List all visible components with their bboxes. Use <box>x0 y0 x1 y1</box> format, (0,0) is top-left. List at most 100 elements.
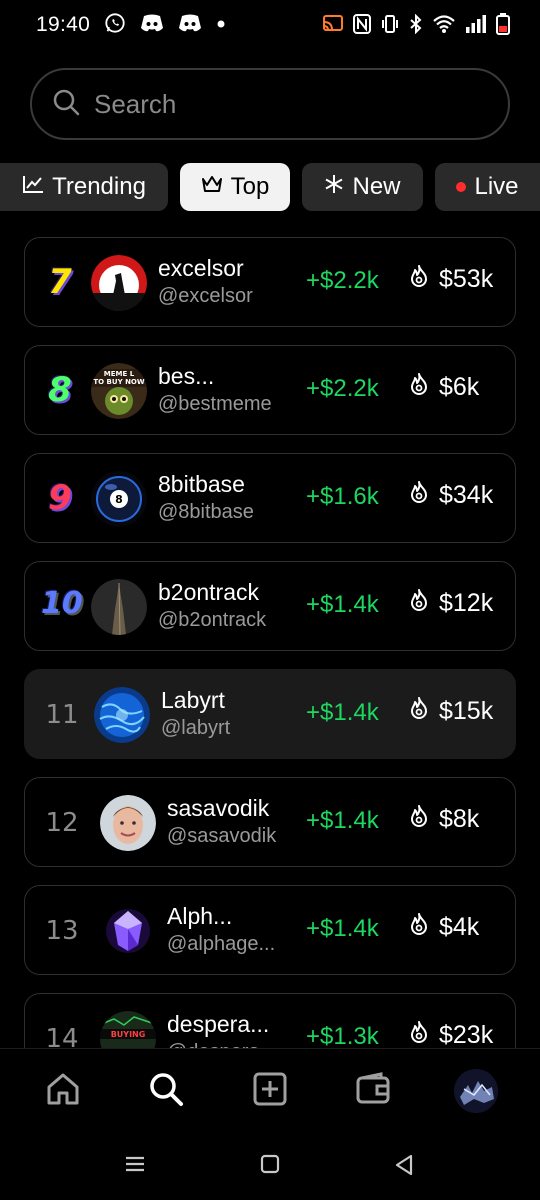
status-time: 19:40 <box>36 13 91 36</box>
market-cap: $6k <box>439 373 480 401</box>
avatar <box>100 795 156 851</box>
nav-home[interactable] <box>43 1071 83 1111</box>
list-item[interactable]: 13 Alph... @alphage... +$1.4k $4k <box>24 885 516 975</box>
token-handle: @b2ontrack <box>158 609 267 631</box>
system-nav-bar <box>0 1136 540 1200</box>
profile-avatar[interactable] <box>454 1069 498 1113</box>
rank-number: 12 <box>45 808 79 838</box>
status-bar: 19:40 <box>0 0 540 50</box>
token-name: excelsor <box>158 255 244 281</box>
flame-icon <box>409 697 429 726</box>
battery-icon <box>496 13 510 40</box>
cast-icon <box>322 14 344 39</box>
search-input[interactable] <box>94 88 474 120</box>
tab-label: New <box>352 173 401 200</box>
search-icon <box>52 88 80 121</box>
flame-icon <box>409 265 429 294</box>
crown-icon <box>201 173 223 201</box>
nfc-icon <box>353 14 371 39</box>
asterisk-icon <box>324 173 344 201</box>
tab-top[interactable]: Top <box>180 163 290 211</box>
market-cap: $53k <box>439 265 494 293</box>
avatar: 8 <box>91 471 147 527</box>
flame-icon <box>409 373 429 402</box>
token-name: Alph... <box>167 903 233 929</box>
nav-create[interactable] <box>250 1071 290 1111</box>
gain-value: +$1.4k <box>306 807 379 834</box>
leaderboard-list: 7 excelsor @excelsor +$2.2k $53k 8 MEME … <box>24 237 516 1101</box>
gain-value: +$2.2k <box>306 375 379 402</box>
market-cap: $8k <box>439 805 480 833</box>
token-name: 8bitbase <box>158 471 245 497</box>
svg-text:BUYING: BUYING <box>111 1030 146 1039</box>
token-handle: @sasavodik <box>167 825 277 847</box>
list-item[interactable]: 9 8 8bitbase @8bitbase +$1.6k $34k <box>24 453 516 543</box>
market-cap: $4k <box>439 913 480 941</box>
bottom-nav <box>0 1048 540 1136</box>
token-handle: @8bitbase <box>158 501 254 523</box>
avatar <box>91 255 147 311</box>
list-item[interactable]: 10 b2ontrack @b2ontrack +$1.4k $12k <box>24 561 516 651</box>
filter-tabs: Trending Top New Live <box>0 163 540 213</box>
rank-number: 13 <box>45 916 79 946</box>
signal-icon <box>465 14 487 39</box>
tab-label: Top <box>230 173 270 200</box>
token-name: sasavodik <box>167 795 270 821</box>
home-button-icon[interactable] <box>260 1154 280 1179</box>
flame-icon <box>409 1021 429 1050</box>
market-cap: $34k <box>439 481 494 509</box>
search-bar[interactable] <box>30 68 510 140</box>
nav-wallet[interactable] <box>353 1071 393 1111</box>
market-cap: $12k <box>439 589 494 617</box>
rank-number: 7 <box>48 262 72 302</box>
svg-text:MEME L: MEME L <box>104 370 135 378</box>
token-handle: @bestmeme <box>158 393 272 415</box>
gain-value: +$1.6k <box>306 483 379 510</box>
tab-trending[interactable]: Trending <box>0 163 168 211</box>
wallet-icon <box>355 1071 391 1112</box>
list-item[interactable]: 8 MEME L TO BUY NOW bes... @bestmeme +$2.… <box>24 345 516 435</box>
nav-search[interactable] <box>146 1071 186 1111</box>
discord-icon <box>140 13 164 38</box>
token-handle: @labyrt <box>161 717 231 739</box>
avatar <box>100 903 156 959</box>
rank-number: 9 <box>48 478 72 518</box>
tab-label: Trending <box>52 173 146 200</box>
gain-value: +$1.4k <box>306 915 379 942</box>
whatsapp-icon <box>104 12 126 39</box>
bluetooth-icon <box>409 13 423 39</box>
flame-icon <box>409 481 429 510</box>
tab-label: Live <box>474 173 519 200</box>
flame-icon <box>409 805 429 834</box>
flame-icon <box>409 589 429 618</box>
dot-icon <box>216 16 226 34</box>
market-cap: $15k <box>439 697 494 725</box>
token-name: despera... <box>167 1011 270 1037</box>
rank-number: 10 <box>41 586 83 621</box>
flame-icon <box>409 913 429 942</box>
gain-value: +$1.3k <box>306 1023 379 1050</box>
list-item[interactable]: 11 Labyrt @labyrt +$1.4k $15k <box>24 669 516 759</box>
tab-live[interactable]: Live <box>435 163 540 211</box>
gain-value: +$2.2k <box>306 267 379 294</box>
list-item[interactable]: 12 sasavodik @sasavodik +$1.4k $8k <box>24 777 516 867</box>
gain-value: +$1.4k <box>306 699 379 726</box>
recents-icon[interactable] <box>124 1154 146 1179</box>
market-cap: $23k <box>439 1021 494 1049</box>
chart-icon <box>22 173 44 201</box>
avatar <box>91 579 147 635</box>
token-handle: @excelsor <box>158 285 253 307</box>
list-item[interactable]: 7 excelsor @excelsor +$2.2k $53k <box>24 237 516 327</box>
rank-number: 8 <box>48 370 72 410</box>
avatar <box>94 687 150 743</box>
svg-text:TO BUY NOW: TO BUY NOW <box>93 378 144 386</box>
token-name: bes... <box>158 363 215 389</box>
back-icon[interactable] <box>394 1154 414 1181</box>
wifi-icon <box>432 14 456 39</box>
tab-new[interactable]: New <box>302 163 423 211</box>
rank-number: 11 <box>45 700 79 730</box>
avatar: MEME L TO BUY NOW <box>91 363 147 419</box>
search-icon <box>148 1071 184 1112</box>
live-dot-icon <box>456 182 467 192</box>
token-name: Labyrt <box>161 687 225 713</box>
